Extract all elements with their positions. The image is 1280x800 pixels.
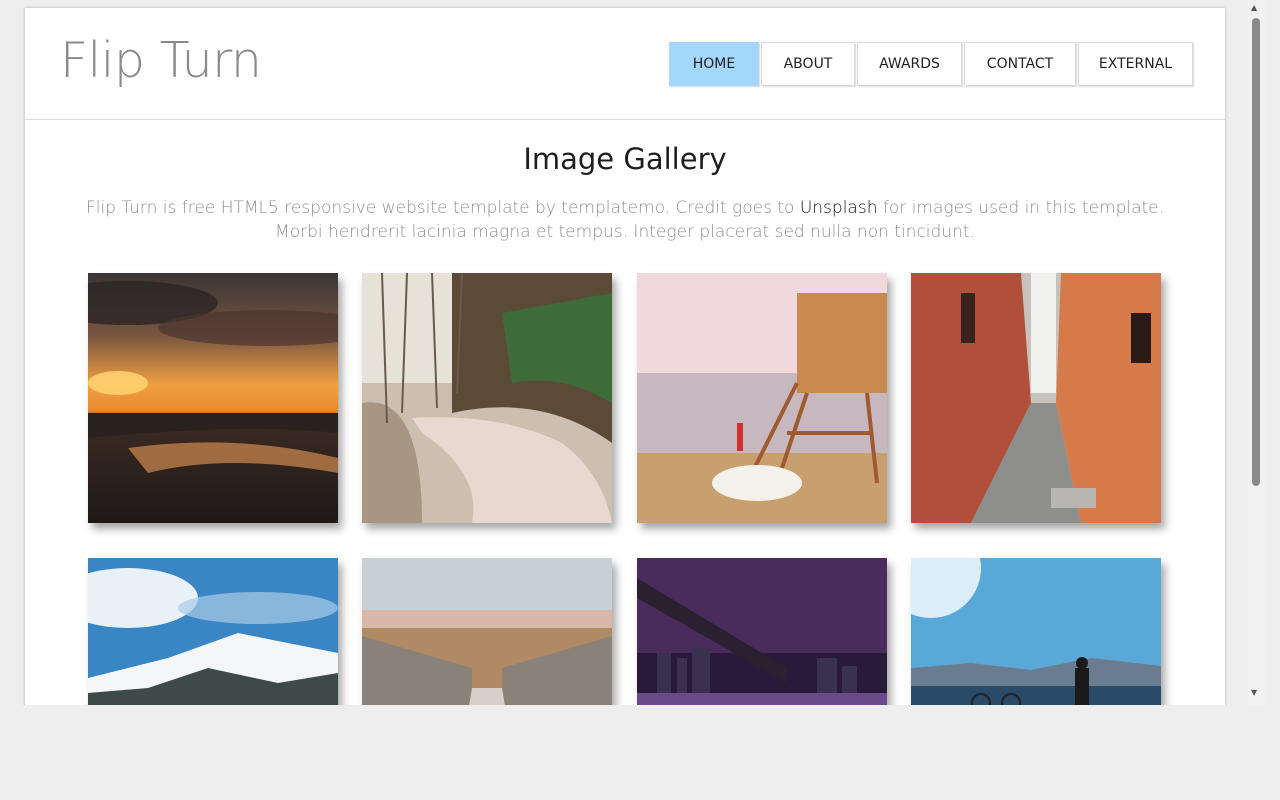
nav-contact[interactable]: CONTACT — [964, 42, 1076, 86]
gallery-image-man-with-bicycle[interactable] — [911, 558, 1161, 705]
gallery-intro: Flip Turn is free HTML5 responsive websi… — [85, 196, 1165, 244]
scroll-up-arrow-icon[interactable]: ▲ — [1251, 3, 1257, 12]
nav-external[interactable]: EXTERNAL — [1078, 42, 1193, 86]
site-title[interactable]: Flip Turn — [60, 32, 262, 89]
vertical-scrollbar[interactable]: ▲ ▼ — [1248, 0, 1265, 705]
nav-home[interactable]: HOME — [669, 42, 759, 86]
gallery-image-city-bridge-night[interactable] — [637, 558, 887, 705]
unsplash-link[interactable]: Unsplash — [800, 198, 878, 218]
intro-text-before: Flip Turn is free HTML5 responsive websi… — [85, 198, 800, 218]
site-header: Flip Turn HOME ABOUT AWARDS CONTACT EXTE… — [25, 8, 1225, 120]
gallery-title: Image Gallery — [523, 142, 727, 176]
gallery-image-wooden-bridge[interactable] — [362, 558, 612, 705]
gallery-image-forest-road[interactable] — [362, 273, 612, 523]
main-nav: HOME ABOUT AWARDS CONTACT EXTERNAL — [669, 42, 1193, 86]
nav-about[interactable]: ABOUT — [761, 42, 855, 86]
gallery-image-snowy-mountains[interactable] — [88, 558, 338, 705]
nav-awards[interactable]: AWARDS — [857, 42, 962, 86]
gallery-image-lifeguard-tower[interactable] — [637, 273, 887, 523]
gallery-image-sunset-beach[interactable] — [88, 273, 338, 523]
gallery-image-narrow-alley[interactable] — [911, 273, 1161, 523]
page-container: Flip Turn HOME ABOUT AWARDS CONTACT EXTE… — [25, 8, 1225, 705]
browser-viewport: Flip Turn HOME ABOUT AWARDS CONTACT EXTE… — [0, 0, 1248, 705]
scrollbar-thumb[interactable] — [1252, 18, 1260, 486]
scroll-down-arrow-icon[interactable]: ▼ — [1251, 688, 1257, 697]
